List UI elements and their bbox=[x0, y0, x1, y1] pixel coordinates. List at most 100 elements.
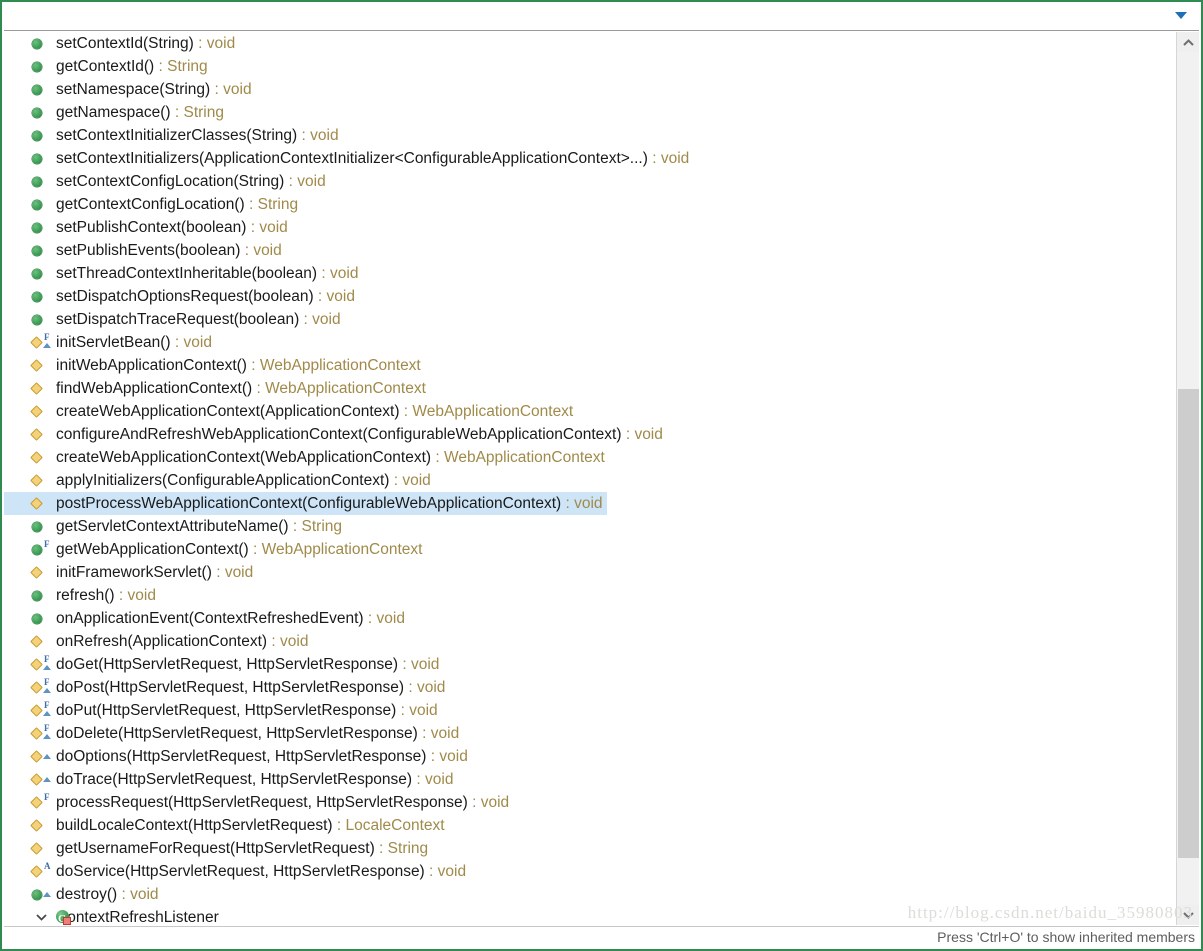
scrollbar-thumb[interactable] bbox=[1178, 388, 1199, 859]
protected-member-icon bbox=[30, 865, 43, 878]
return-type-separator: : bbox=[389, 472, 403, 489]
return-type-text: void bbox=[660, 150, 690, 167]
return-type-separator: : bbox=[297, 127, 311, 144]
return-type-separator: : bbox=[114, 587, 128, 604]
member-signature-text: setContextInitializers(ApplicationContex… bbox=[56, 150, 648, 167]
outline-member-row[interactable]: getContextConfigLocation() : String bbox=[4, 193, 1176, 216]
protected-member-icon bbox=[30, 428, 43, 441]
outline-member-row[interactable]: destroy() : void bbox=[4, 883, 1176, 906]
outline-member-row[interactable]: getUsernameForRequest(HttpServletRequest… bbox=[4, 837, 1176, 860]
member-signature-text: configureAndRefreshWebApplicationContext… bbox=[56, 426, 622, 443]
member-signature-text: setContextId(String) bbox=[56, 35, 194, 52]
outline-member-row[interactable]: buildLocaleContext(HttpServletRequest) :… bbox=[4, 814, 1176, 837]
outline-member-row[interactable]: setDispatchTraceRequest(boolean) : void bbox=[4, 308, 1176, 331]
outline-member-row[interactable]: FprocessRequest(HttpServletRequest, Http… bbox=[4, 791, 1176, 814]
outline-member-row[interactable]: FdoDelete(HttpServletRequest, HttpServle… bbox=[4, 722, 1176, 745]
member-signature-text: onApplicationEvent(ContextRefreshedEvent… bbox=[56, 610, 364, 627]
status-bar: Press 'Ctrl+O' to show inherited members bbox=[4, 926, 1199, 949]
return-type-separator: : bbox=[398, 656, 411, 673]
outline-member-row[interactable]: setContextInitializerClasses(String) : v… bbox=[4, 124, 1176, 147]
protected-member-icon bbox=[30, 359, 43, 372]
member-signature-text: refresh() bbox=[56, 587, 115, 604]
protected-member-icon bbox=[30, 842, 43, 855]
outline-member-row[interactable]: setThreadContextInheritable(boolean) : v… bbox=[4, 262, 1176, 285]
public-member-icon bbox=[32, 62, 42, 72]
return-type-text: WebApplicationContext bbox=[412, 403, 574, 420]
outline-member-row[interactable]: initWebApplicationContext() : WebApplica… bbox=[4, 354, 1176, 377]
public-member-icon bbox=[32, 269, 42, 279]
return-type-text: void bbox=[480, 794, 510, 811]
return-type-text: void bbox=[425, 771, 454, 788]
outline-member-row[interactable]: FinitServletBean() : void bbox=[4, 331, 1176, 354]
outline-member-row[interactable]: onRefresh(ApplicationContext) : void bbox=[4, 630, 1176, 653]
return-type-text: void bbox=[127, 587, 156, 604]
scroll-up-icon[interactable] bbox=[1177, 32, 1199, 52]
outline-member-row[interactable]: setPublishContext(boolean) : void bbox=[4, 216, 1176, 239]
public-member-icon bbox=[32, 200, 42, 210]
return-type-text: LocaleContext bbox=[345, 817, 445, 834]
outline-member-row[interactable]: createWebApplicationContext(ApplicationC… bbox=[4, 400, 1176, 423]
return-type-text: void bbox=[409, 702, 438, 719]
outline-member-row[interactable]: findWebApplicationContext() : WebApplica… bbox=[4, 377, 1176, 400]
outline-member-row[interactable]: FdoGet(HttpServletRequest, HttpServletRe… bbox=[4, 653, 1176, 676]
return-type-separator: : bbox=[412, 771, 426, 788]
member-signature-text: processRequest(HttpServletRequest, HttpS… bbox=[56, 794, 468, 811]
outline-member-row[interactable]: FdoPost(HttpServletRequest, HttpServletR… bbox=[4, 676, 1176, 699]
view-toolbar bbox=[4, 2, 1199, 31]
return-type-separator: : bbox=[317, 265, 330, 282]
outline-member-row[interactable]: setContextInitializers(ApplicationContex… bbox=[4, 147, 1176, 170]
member-signature-text: setContextInitializerClasses(String) bbox=[56, 127, 298, 144]
member-signature-text: onRefresh(ApplicationContext) bbox=[56, 633, 268, 650]
protected-member-icon bbox=[30, 382, 43, 395]
outline-member-row[interactable]: setDispatchOptionsRequest(boolean) : voi… bbox=[4, 285, 1176, 308]
return-type-separator: : bbox=[299, 311, 313, 328]
return-type-separator: : bbox=[396, 702, 410, 719]
protected-member-icon bbox=[30, 497, 43, 510]
public-member-icon bbox=[32, 890, 42, 900]
outline-member-row[interactable]: FgetWebApplicationContext() : WebApplica… bbox=[4, 538, 1176, 561]
outline-member-row[interactable]: getNamespace() : String bbox=[4, 101, 1176, 124]
outline-member-row[interactable]: setContextId(String) : void bbox=[4, 32, 1176, 55]
outline-member-row[interactable]: FdoPut(HttpServletRequest, HttpServletRe… bbox=[4, 699, 1176, 722]
outline-member-row[interactable]: applyInitializers(ConfigurableApplicatio… bbox=[4, 469, 1176, 492]
outline-member-row[interactable]: configureAndRefreshWebApplicationContext… bbox=[4, 423, 1176, 446]
protected-member-icon bbox=[30, 474, 43, 487]
outline-member-row[interactable]: initFrameworkServlet() : void bbox=[4, 561, 1176, 584]
public-member-icon bbox=[32, 154, 42, 164]
public-member-icon bbox=[32, 39, 42, 49]
outline-member-row[interactable]: setContextConfigLocation(String) : void bbox=[4, 170, 1176, 193]
member-signature-text: initServletBean() bbox=[56, 334, 171, 351]
return-type-separator: : bbox=[117, 886, 131, 903]
return-type-separator: : bbox=[561, 495, 575, 512]
member-signature-text: doService(HttpServletRequest, HttpServle… bbox=[56, 863, 425, 880]
scroll-down-icon[interactable] bbox=[1177, 905, 1199, 925]
outline-member-row[interactable]: setNamespace(String) : void bbox=[4, 78, 1176, 101]
outline-member-row[interactable]: AdoService(HttpServletRequest, HttpServl… bbox=[4, 860, 1176, 883]
return-type-separator: : bbox=[248, 541, 262, 558]
return-type-text: void bbox=[280, 633, 309, 650]
protected-member-icon bbox=[30, 750, 43, 763]
return-type-text: WebApplicationContext bbox=[259, 357, 421, 374]
outline-member-row[interactable]: createWebApplicationContext(WebApplicati… bbox=[4, 446, 1176, 469]
return-type-separator: : bbox=[170, 104, 184, 121]
outline-member-row[interactable]: getContextId() : String bbox=[4, 55, 1176, 78]
chevron-down-icon[interactable] bbox=[36, 914, 47, 921]
protected-member-icon bbox=[30, 681, 43, 694]
scrollbar-track[interactable] bbox=[1177, 52, 1199, 905]
outline-inner-class-row[interactable]: C ContextRefreshListener bbox=[4, 906, 1176, 925]
outline-member-row[interactable]: refresh() : void bbox=[4, 584, 1176, 607]
outline-member-row[interactable]: getServletContextAttributeName() : Strin… bbox=[4, 515, 1176, 538]
outline-tree[interactable]: setContextId(String) : void getContextId(… bbox=[4, 32, 1176, 925]
outline-member-row[interactable]: onApplicationEvent(ContextRefreshedEvent… bbox=[4, 607, 1176, 630]
outline-member-row[interactable]: doOptions(HttpServletRequest, HttpServle… bbox=[4, 745, 1176, 768]
outline-member-row[interactable]: doTrace(HttpServletRequest, HttpServletR… bbox=[4, 768, 1176, 791]
member-signature-text: destroy() bbox=[56, 886, 118, 903]
final-modifier-icon: F bbox=[44, 700, 50, 710]
outline-member-row[interactable]: setPublishEvents(boolean) : void bbox=[4, 239, 1176, 262]
return-type-text: void bbox=[574, 495, 603, 512]
member-signature-text: getWebApplicationContext() bbox=[56, 541, 249, 558]
view-menu-chevron-down-icon[interactable] bbox=[1175, 12, 1187, 19]
vertical-scrollbar[interactable] bbox=[1176, 32, 1199, 925]
return-type-separator: : bbox=[193, 35, 207, 52]
outline-member-row[interactable]: postProcessWebApplicationContext(Configu… bbox=[4, 492, 607, 515]
